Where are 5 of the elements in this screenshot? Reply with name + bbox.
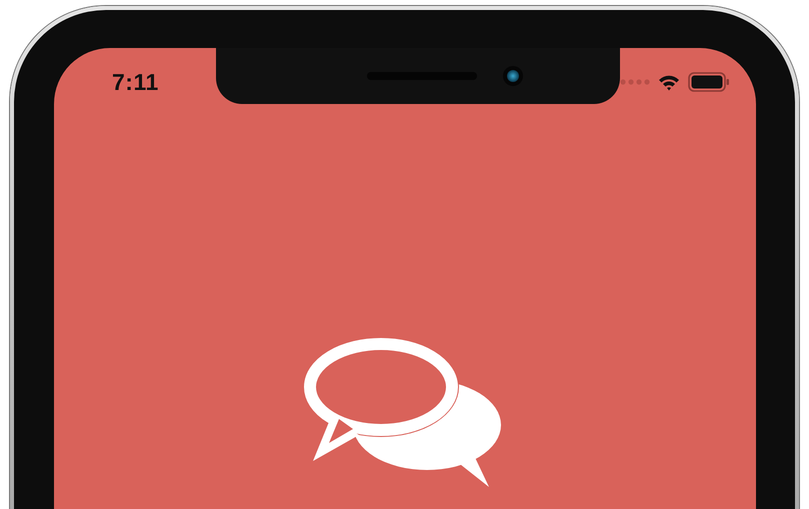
signal-dots-icon: [620, 79, 650, 85]
camera-lens: [507, 70, 519, 82]
wifi-icon: [658, 74, 680, 90]
status-time: 7:11: [112, 68, 159, 96]
battery-icon: [688, 72, 730, 92]
